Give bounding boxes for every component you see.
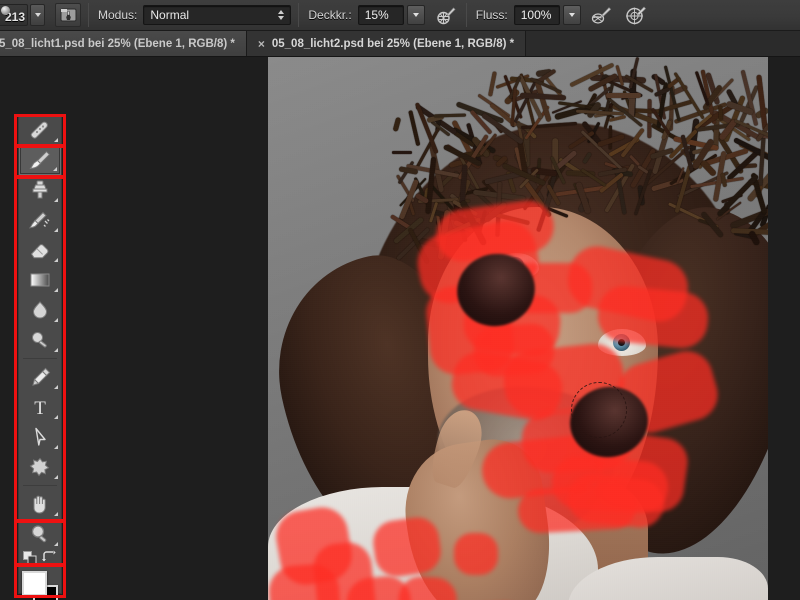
brush-preset-picker-chevron-down-icon[interactable] — [30, 4, 45, 26]
flow-chevron-down-icon[interactable] — [562, 5, 581, 25]
tool-hand[interactable] — [19, 489, 61, 519]
tool-path-selection[interactable] — [19, 422, 61, 452]
opacity-chevron-down-icon[interactable] — [406, 5, 425, 25]
photoshop-window: 213 Modus: Normal Deckkr.: 15% Fluss: 10… — [0, 0, 800, 600]
tool-flyout-corner-icon — [54, 318, 58, 322]
tool-flyout-corner-icon — [54, 415, 58, 419]
color-reset-row — [19, 549, 61, 567]
tablet-pressure-opacity-icon[interactable] — [433, 3, 459, 27]
tool-group-divider — [23, 485, 57, 486]
blend-mode-stepper-icon — [273, 6, 289, 24]
tool-flyout-corner-icon — [54, 512, 58, 516]
blur-drop-icon — [32, 301, 48, 319]
pen-icon — [32, 367, 51, 386]
opacity-label: Deckkr.: — [308, 8, 352, 22]
tool-type[interactable]: T — [19, 392, 61, 422]
healing-brush-icon — [30, 121, 48, 139]
flow-label: Fluss: — [475, 8, 508, 22]
tool-flyout-corner-icon — [54, 445, 58, 449]
svg-text:T: T — [34, 398, 46, 418]
tool-clone-stamp[interactable] — [19, 175, 61, 205]
tab-label: 05_08_licht2.psd bei 25% (Ebene 1, RGB/8… — [271, 37, 515, 50]
tool-blur[interactable] — [19, 295, 61, 325]
image-grain — [268, 57, 768, 600]
tab-label: 5_08_licht1.psd bei 25% (Ebene 1, RGB/8)… — [0, 37, 235, 50]
flow-value: 100% — [520, 8, 552, 22]
default-colors-icon[interactable] — [23, 551, 38, 570]
tool-flyout-corner-icon — [54, 228, 58, 232]
brush-icon — [29, 150, 51, 170]
tool-options-bar: 213 Modus: Normal Deckkr.: 15% Fluss: 10… — [0, 0, 800, 31]
divider — [88, 3, 89, 27]
tool-custom-shape[interactable] — [19, 452, 61, 482]
tool-flyout-corner-icon — [54, 385, 58, 389]
blend-mode-select[interactable]: Normal — [143, 5, 292, 25]
tool-gradient[interactable] — [19, 265, 61, 295]
opacity-value: 15% — [364, 8, 389, 22]
path-selection-arrow-icon — [35, 427, 46, 446]
brush-panel-icon — [60, 8, 76, 22]
tool-history-brush[interactable] — [19, 205, 61, 235]
tool-flyout-corner-icon — [54, 288, 58, 292]
gradient-icon — [30, 273, 50, 287]
foreground-color-swatch[interactable] — [22, 571, 47, 596]
brush-size-preview[interactable]: 213 — [0, 4, 28, 26]
tool-group-divider — [23, 358, 57, 359]
zoom-magnifier-icon — [31, 525, 47, 543]
tool-flyout-corner-icon — [54, 258, 58, 262]
tool-flyout-corner-icon — [54, 198, 58, 202]
type-icon: T — [34, 398, 46, 418]
hand-icon — [33, 495, 46, 514]
tool-healing-brush[interactable] — [19, 115, 61, 145]
tools-panel: T — [18, 114, 62, 600]
blend-mode-value: Normal — [150, 8, 190, 22]
clone-stamp-icon — [32, 180, 48, 199]
image-canvas[interactable] — [268, 57, 768, 600]
tool-flyout-corner-icon — [54, 138, 58, 142]
custom-shape-blob-icon — [29, 457, 50, 477]
tool-flyout-corner-icon — [54, 348, 58, 352]
divider — [298, 3, 300, 27]
tab-close-icon[interactable]: × — [258, 38, 265, 50]
history-brush-icon — [28, 211, 50, 229]
divider — [465, 3, 467, 27]
tool-flyout-corner-icon — [54, 475, 58, 479]
brush-panel-toggle-button[interactable] — [55, 3, 81, 27]
airbrush-icon[interactable] — [589, 3, 615, 27]
document-tab-bar: 5_08_licht1.psd bei 25% (Ebene 1, RGB/8)… — [0, 31, 800, 57]
document-image — [268, 57, 768, 600]
color-swatches — [19, 569, 61, 600]
tool-brush[interactable] — [19, 145, 61, 175]
document-tab-active[interactable]: × 05_08_licht2.psd bei 25% (Ebene 1, RGB… — [246, 31, 527, 56]
tool-flyout-corner-icon — [53, 167, 57, 171]
swap-colors-icon[interactable] — [42, 550, 56, 568]
eraser-icon — [30, 244, 49, 259]
tool-eraser[interactable] — [19, 235, 61, 265]
document-tab-inactive[interactable]: 5_08_licht1.psd bei 25% (Ebene 1, RGB/8)… — [0, 31, 247, 56]
tool-flyout-corner-icon — [54, 542, 58, 546]
flow-input[interactable]: 100% — [513, 5, 560, 25]
tool-dodge[interactable] — [19, 325, 61, 355]
dodge-icon — [32, 332, 47, 348]
opacity-input[interactable]: 15% — [357, 5, 404, 25]
mode-label: Modus: — [98, 8, 138, 22]
tablet-pressure-size-icon[interactable] — [623, 3, 649, 27]
brush-tip-dot — [1, 6, 10, 15]
tool-zoom[interactable] — [19, 519, 61, 549]
tool-pen[interactable] — [19, 362, 61, 392]
